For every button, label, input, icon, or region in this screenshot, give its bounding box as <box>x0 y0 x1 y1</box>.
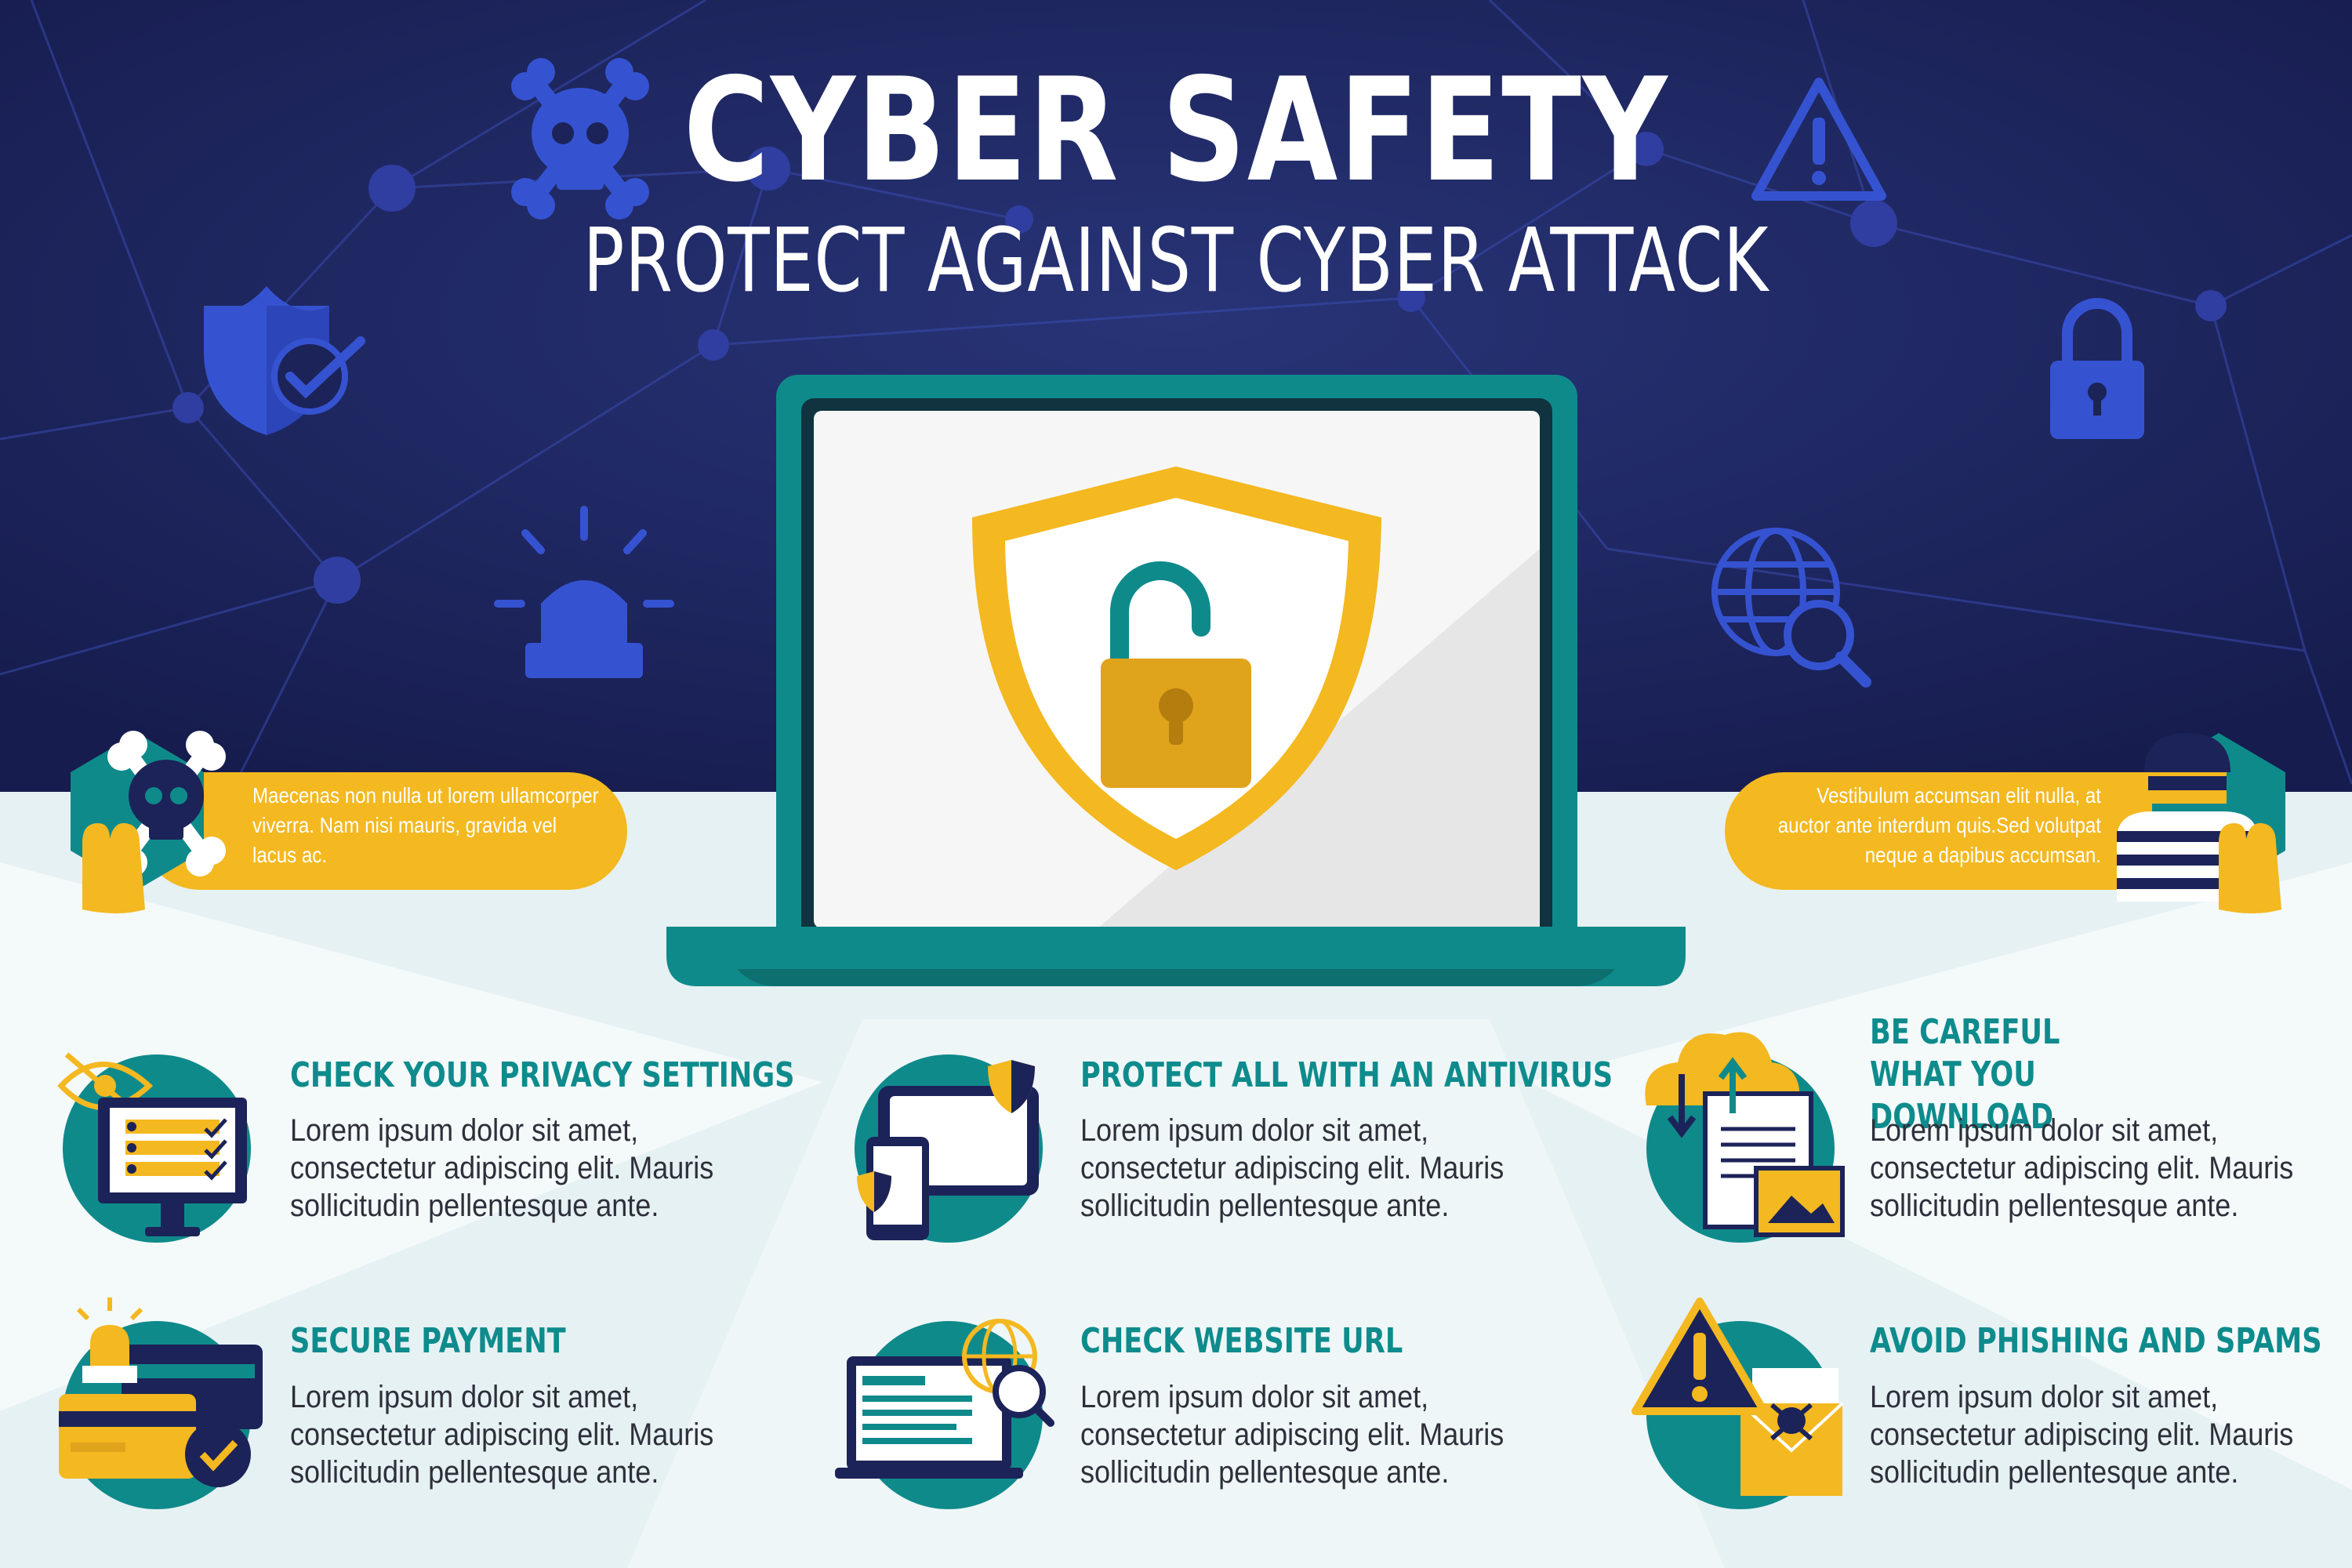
feature-body-phishing: Lorem ipsum dolor sit amet, consectetur … <box>1870 1380 2294 1490</box>
page-title: CYBER SAFETY <box>683 47 1669 213</box>
feature-heading-url: CHECK WEBSITE URL <box>1080 1321 1403 1361</box>
feature-heading-antivirus: PROTECT ALL WITH AN ANTIVIRUS <box>1080 1055 1613 1095</box>
feature-heading-payment: SECURE PAYMENT <box>290 1321 566 1361</box>
page-subtitle: PROTECT AGAINST CYBER ATTACK <box>583 210 1769 312</box>
feature-body-payment: Lorem ipsum dolor sit amet, consectetur … <box>290 1380 714 1490</box>
callout-left-text: Maecenas non nulla ut lorem ullamcorper … <box>252 783 599 867</box>
feature-heading-privacy: CHECK YOUR PRIVACY SETTINGS <box>290 1055 795 1095</box>
feature-body-url: Lorem ipsum dolor sit amet, consectetur … <box>1080 1380 1504 1490</box>
callout-right-text: Vestibulum accumsan elit nulla, at aucto… <box>1777 783 2101 867</box>
feature-heading-phishing: AVOID PHISHING AND SPAMS <box>1870 1321 2322 1361</box>
infographic-canvas: CYBER SAFETY PROTECT AGAINST CYBER ATTAC… <box>0 0 2352 1568</box>
feature-body-privacy: Lorem ipsum dolor sit amet, consectetur … <box>290 1113 714 1223</box>
feature-body-antivirus: Lorem ipsum dolor sit amet, consectetur … <box>1080 1113 1504 1223</box>
feature-body-download: Lorem ipsum dolor sit amet, consectetur … <box>1870 1113 2294 1223</box>
antivirus-devices-icon <box>855 1054 1043 1243</box>
